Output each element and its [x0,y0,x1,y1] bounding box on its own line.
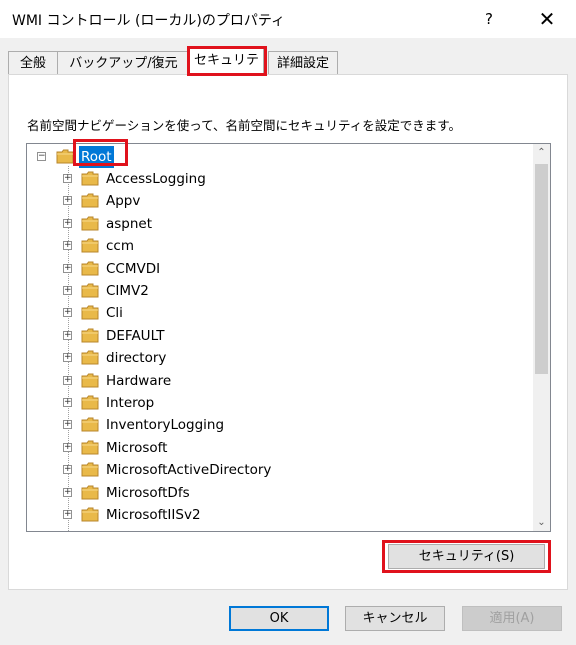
folder-icon [81,238,99,253]
tree-node[interactable]: + aspnet [27,213,527,235]
tab-security[interactable]: セキュリティ [189,48,264,92]
tab-advanced[interactable]: 詳細設定 [268,51,338,75]
security-button[interactable]: セキュリティ(S) [388,544,545,569]
tree-node-label: Microsoft [106,439,168,456]
tree-node-label: CIMV2 [106,283,149,299]
tree-node-label: AccessLogging [106,171,206,187]
vertical-scrollbar[interactable]: ⌃ ⌄ [533,144,550,531]
folder-icon [81,261,99,276]
expand-icon[interactable]: + [63,398,72,407]
tree-node[interactable]: + ccm [27,235,527,257]
tree-node-label: Appv [106,193,141,210]
folder-icon [81,193,99,208]
close-button[interactable]: ✕ [525,4,569,34]
title-bar: WMI コントロール (ローカル)のプロパティ ? ✕ [0,0,576,38]
folder-icon [81,462,99,477]
scroll-up-arrow-icon[interactable]: ⌃ [533,144,550,161]
tree-node[interactable]: + Microsoft [27,437,527,459]
tree-node-root[interactable]: − Root [27,146,527,168]
tree-node[interactable]: + CCMVDI [27,258,527,280]
tree-node-label: Cli [106,305,123,322]
expand-icon[interactable]: + [63,353,72,363]
expand-icon[interactable]: + [63,218,72,228]
tree-node[interactable]: + Interop [27,392,527,414]
tree-node[interactable]: + CIMV2 [27,280,527,302]
tree-node-label: Interop [106,395,155,411]
folder-icon [81,485,99,500]
expand-icon[interactable]: + [63,286,72,295]
ok-button[interactable]: OK [229,606,329,631]
tree-node-label: Root [79,146,114,168]
collapse-icon[interactable]: − [37,152,46,161]
tab-backup-restore[interactable]: バックアップ/復元 [57,51,190,75]
expand-icon[interactable]: + [63,510,72,519]
folder-icon [81,171,99,186]
tree-node-label: DEFAULT [106,327,165,344]
tree-node-label: MicrosoftDfs [106,484,190,501]
tab-general[interactable]: 全般 [8,51,58,75]
namespace-tree[interactable]: − Root + AccessLogging + Appv + aspnet + ccm + CCMV… [26,143,551,532]
tree-node-label: CCMVDI [106,260,161,277]
tree-node[interactable]: + AccessLogging [27,168,527,190]
tree-node[interactable]: + MicrosoftActiveDirectory [27,459,527,481]
expand-icon[interactable]: + [63,308,72,318]
folder-icon [81,395,99,410]
folder-icon [81,216,99,231]
scroll-thumb[interactable] [535,164,548,374]
folder-icon [81,350,99,365]
tree-node[interactable]: + directory [27,347,527,369]
tree-node-label: MicrosoftActiveDirectory [106,462,272,479]
folder-icon [81,283,99,298]
folder-icon [56,149,74,164]
tree-node-label: aspnet [106,215,153,232]
tree-node-label: InventoryLogging [106,417,225,434]
expand-icon[interactable]: + [63,174,72,183]
scroll-down-arrow-icon[interactable]: ⌄ [533,514,550,531]
expand-icon[interactable]: + [63,487,72,497]
expand-icon[interactable]: + [63,442,72,452]
tree-node[interactable]: + DEFAULT [27,325,527,347]
tree-node-label: ccm [106,238,134,255]
tree-node[interactable]: + InventoryLogging [27,414,527,436]
help-button[interactable]: ? [472,4,506,34]
expand-icon[interactable]: + [63,465,72,475]
description-text: 名前空間ナビゲーションを使って、名前空間にセキュリティを設定できます。 [27,118,462,133]
folder-icon [81,507,99,522]
folder-icon [81,373,99,388]
expand-icon[interactable]: + [63,263,72,273]
window-title: WMI コントロール (ローカル)のプロパティ [12,13,286,29]
tree-node-label: directory [106,350,167,367]
expand-icon[interactable]: + [63,330,72,340]
cancel-button[interactable]: キャンセル [345,606,445,631]
expand-icon[interactable]: + [63,241,72,251]
expand-icon[interactable]: + [63,420,72,430]
tree-node-label: Hardware [106,372,172,389]
tree-node[interactable]: + Cli [27,302,527,324]
tree-node[interactable]: + MicrosoftDfs [27,482,527,504]
folder-icon [81,440,99,455]
tree-node[interactable]: + MicrosoftIISv2 [27,504,527,526]
apply-button[interactable]: 適用(A) [462,606,562,631]
folder-icon [81,305,99,320]
tree-node[interactable]: + Hardware [27,370,527,392]
expand-icon[interactable]: + [63,196,72,206]
folder-icon [81,328,99,343]
tree-node[interactable]: + Appv [27,190,527,212]
tree-node-label: MicrosoftIISv2 [106,507,201,523]
expand-icon[interactable]: + [63,375,72,385]
folder-icon [81,417,99,432]
